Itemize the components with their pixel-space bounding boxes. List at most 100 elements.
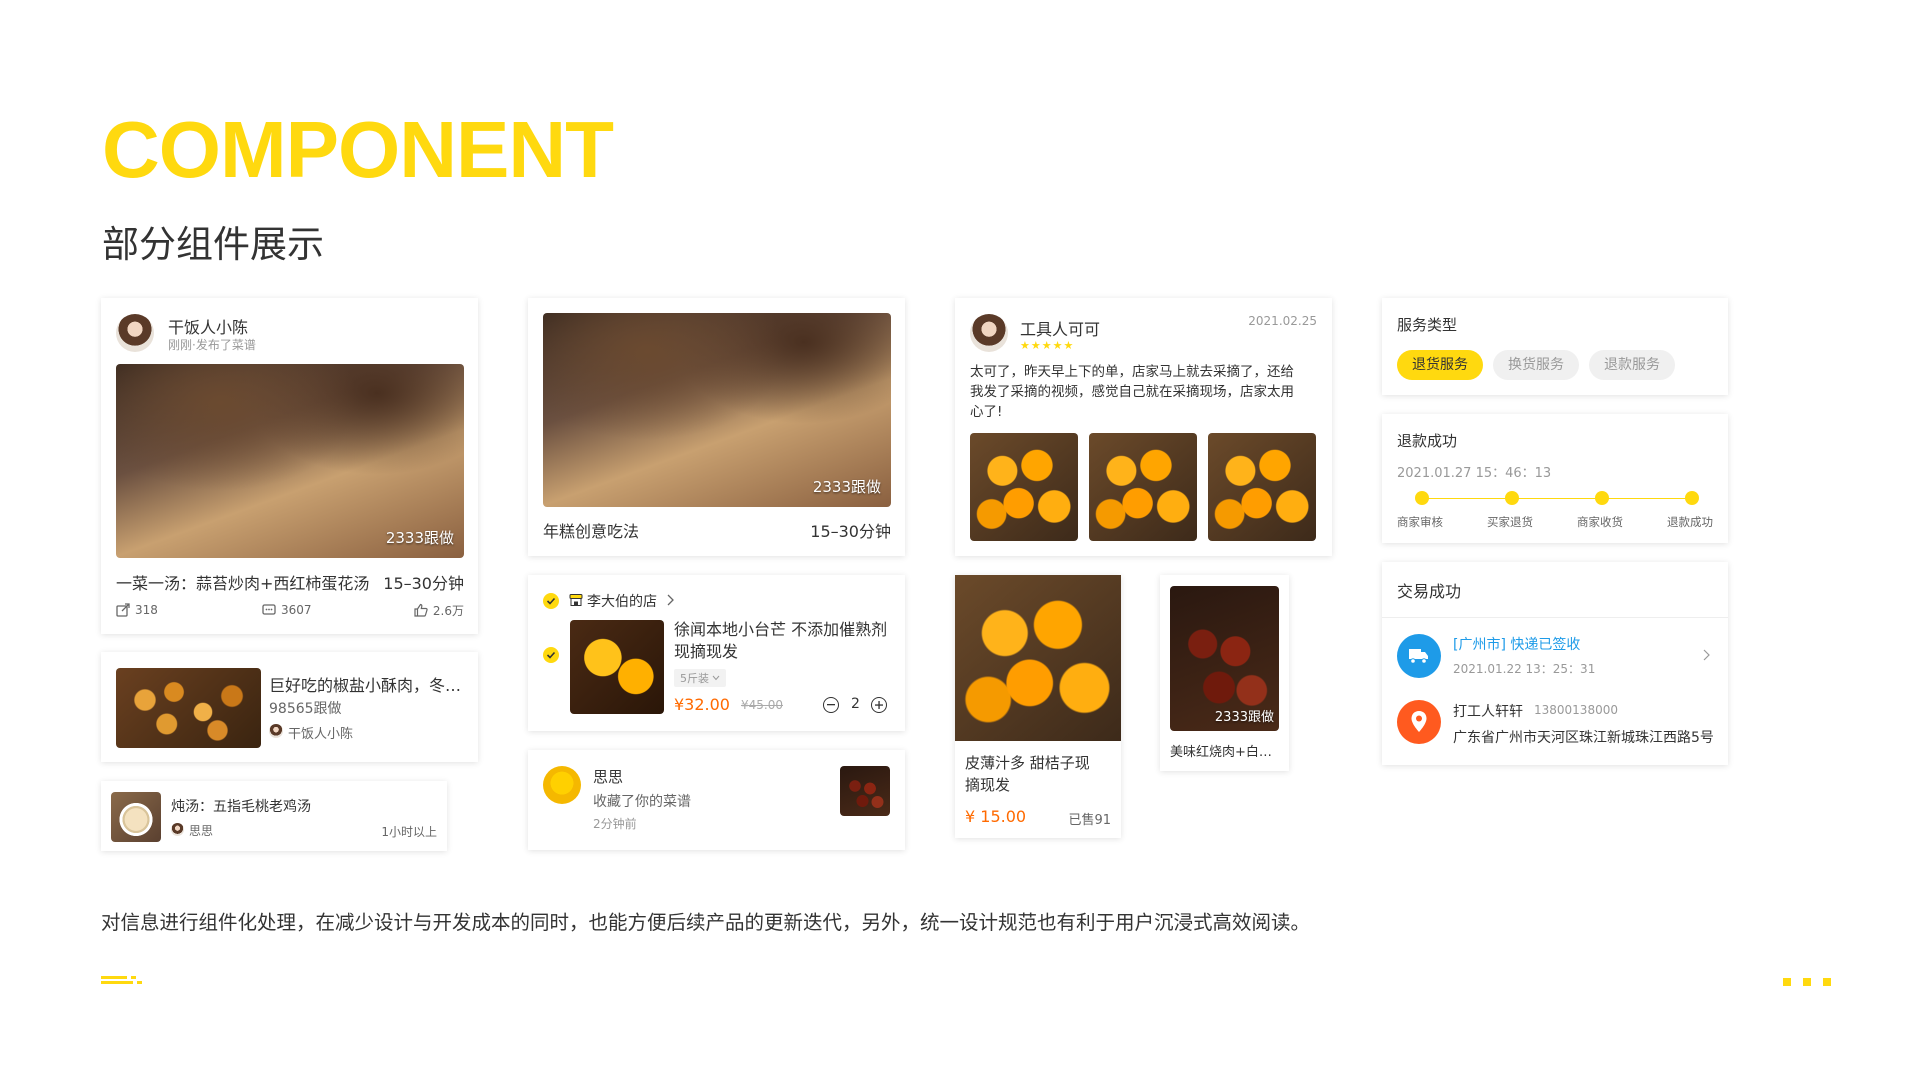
review-photo[interactable] [1208,433,1316,541]
recipe-thumbnail[interactable] [116,668,261,748]
author-name[interactable]: 干饭人小陈 [288,723,353,742]
return-service-option[interactable]: 退货服务 [1397,350,1483,380]
review-card[interactable]: 工具人可可 ★★★★★ 2021.02.25 太可了，昨天早上下的单，店家马上就… [955,298,1332,556]
avatar[interactable] [116,314,154,352]
follow-count-overlay: 2333跟做 [812,478,881,496]
review-text-line: 我发了采摘的视频，感觉自己就在采摘现场，店家太用 [970,384,1294,400]
checkmark-icon [546,651,556,659]
product-title[interactable]: 皮薄汁多 甜桔子现 摘现发 [965,752,1115,796]
comment-count: 3607 [281,603,312,617]
review-date: 2021.02.25 [1248,314,1317,328]
original-price: ¥45.00 [741,698,783,712]
video-cover[interactable]: 2333跟做 [1170,586,1279,731]
store-name[interactable]: 李大伯的店 [587,591,657,611]
recipe-thumbnail[interactable] [111,792,161,842]
minus-icon [827,704,835,706]
progress-step-dot [1595,491,1609,505]
increase-button[interactable] [871,697,887,713]
follow-count-overlay: 2333跟做 [1214,710,1274,725]
trade-status-title: 交易成功 [1397,582,1462,601]
notification-action: 收藏了你的菜谱 [593,794,691,810]
receiver-phone: 13800138000 [1534,703,1618,717]
logistics-status[interactable]: [广州市] 快递已签收 [1453,634,1580,654]
receiver-name: 打工人轩轩 [1453,704,1523,720]
chevron-right-icon[interactable] [666,594,674,606]
product-name[interactable]: 徐闻本地小台芒 不添加催熟剂现摘现发 [674,619,896,663]
receiver-address: 广东省广州市天河区珠江新城珠江西路5号 [1453,730,1714,746]
recipe-thumbnail[interactable] [840,766,890,816]
notification-card[interactable]: 思思 收藏了你的菜谱 2分钟前 [528,750,905,850]
product-image[interactable] [955,575,1121,741]
follow-count-overlay: 2333跟做 [385,529,454,547]
decrease-button[interactable] [823,697,839,713]
logistics-row[interactable]: [广州市] 快递已签收 2021.01.22 13：25：31 [1382,618,1728,690]
product-price: ¥ 15.00 [965,807,1027,826]
comment-icon [262,604,276,615]
author-name[interactable]: 思思 [189,822,213,839]
store-checkbox[interactable] [543,593,559,609]
review-photo[interactable] [1089,433,1197,541]
reviewer-name[interactable]: 工具人可可 [1020,316,1100,340]
spec-selector[interactable]: 5斤装 [674,669,726,687]
progress-step-dot [1685,491,1699,505]
recipe-image[interactable]: 2333跟做 [543,313,891,507]
video-card[interactable]: 2333跟做 美味红烧肉+白… [1160,575,1289,771]
service-type-title: 服务类型 [1397,316,1458,334]
share-button[interactable]: 318 [116,602,158,618]
thumbs-up-icon [414,603,428,617]
spec-label: 5斤装 [680,672,709,685]
notification-user[interactable]: 思思 [593,766,623,787]
item-checkbox[interactable] [543,647,559,663]
progress-step-dot [1505,491,1519,505]
video-title[interactable]: 美味红烧肉+白… [1170,741,1280,760]
product-card[interactable]: 皮薄汁多 甜桔子现 摘现发 ¥ 15.00 已售91 [955,575,1121,838]
recipe-title[interactable]: 巨好吃的椒盐小酥肉，冬… [269,672,469,696]
recipe-time: 15–30分钟 [383,574,464,593]
store-icon [569,594,583,606]
progress-step-label: 商家收货 [1577,515,1623,529]
page-subtitle: 部分组件展示 [102,223,324,266]
footer-left-mark [101,976,143,988]
avatar[interactable] [543,766,581,804]
share-count: 318 [135,603,158,617]
recipe-title[interactable]: 一菜一汤：蒜苔炒肉+西红柿蛋花汤 [116,570,369,594]
page-title: COMPONENT [102,105,614,194]
follow-count: 98565跟做 [269,701,342,717]
recipe-cover-card[interactable]: 2333跟做 年糕创意吃法 15–30分钟 [528,298,905,556]
checkmark-icon [546,597,556,605]
chevron-down-icon [712,675,720,681]
cart-item-card[interactable]: 李大伯的店 徐闻本地小台芒 不添加催熟剂现摘现发 5斤装 ¥32.00 ¥45.… [528,575,905,731]
recipe-time: 15–30分钟 [810,522,891,541]
quantity-value[interactable]: 2 [851,696,860,712]
footer-right-dots [1783,978,1833,986]
refund-service-option[interactable]: 退款服务 [1589,350,1675,380]
logistics-time: 2021.01.22 13：25：31 [1453,662,1596,676]
avatar[interactable] [171,823,184,836]
review-text-line: 太可了，昨天早上下的单，店家马上就去采摘了，还给 [970,364,1294,380]
progress-step-dot [1415,491,1429,505]
refund-datetime: 2021.01.27 15：46：13 [1397,466,1552,481]
address-row[interactable]: 打工人轩轩 13800138000 广东省广州市天河区珠江新城珠江西路5号 [1382,690,1728,762]
refund-status-title: 退款成功 [1397,432,1458,450]
recipe-card[interactable]: 干饭人小陈 刚刚·发布了菜谱 2333跟做 一菜一汤：蒜苔炒肉+西红柿蛋花汤 1… [101,298,478,634]
avatar[interactable] [269,724,283,738]
recipe-user-name[interactable]: 干饭人小陈 [168,314,248,338]
product-title-line: 摘现发 [965,776,1011,794]
recipe-title[interactable]: 炖汤：五指毛桃老鸡汤 [171,796,311,816]
recipe-compact-card[interactable]: 炖汤：五指毛桃老鸡汤 思思 1小时以上 [101,781,447,851]
product-thumbnail[interactable] [570,620,664,714]
product-title-line: 皮薄汁多 甜桔子现 [965,754,1090,772]
recipe-meta: 刚刚·发布了菜谱 [168,338,256,352]
chevron-right-icon[interactable] [1703,649,1710,661]
cook-time: 1小时以上 [381,825,437,839]
recipe-list-card[interactable]: 巨好吃的椒盐小酥肉，冬… 98565跟做 干饭人小陈 [101,652,478,762]
recipe-image[interactable]: 2333跟做 [116,364,464,558]
like-button[interactable]: 2.6万 [414,602,464,618]
review-photo[interactable] [970,433,1078,541]
review-text-line: 心了! [970,404,1003,420]
recipe-title[interactable]: 年糕创意吃法 [543,518,639,542]
truck-icon [1397,634,1441,678]
comment-button[interactable]: 3607 [262,602,312,618]
exchange-service-option[interactable]: 换货服务 [1493,350,1579,380]
avatar[interactable] [970,314,1008,352]
